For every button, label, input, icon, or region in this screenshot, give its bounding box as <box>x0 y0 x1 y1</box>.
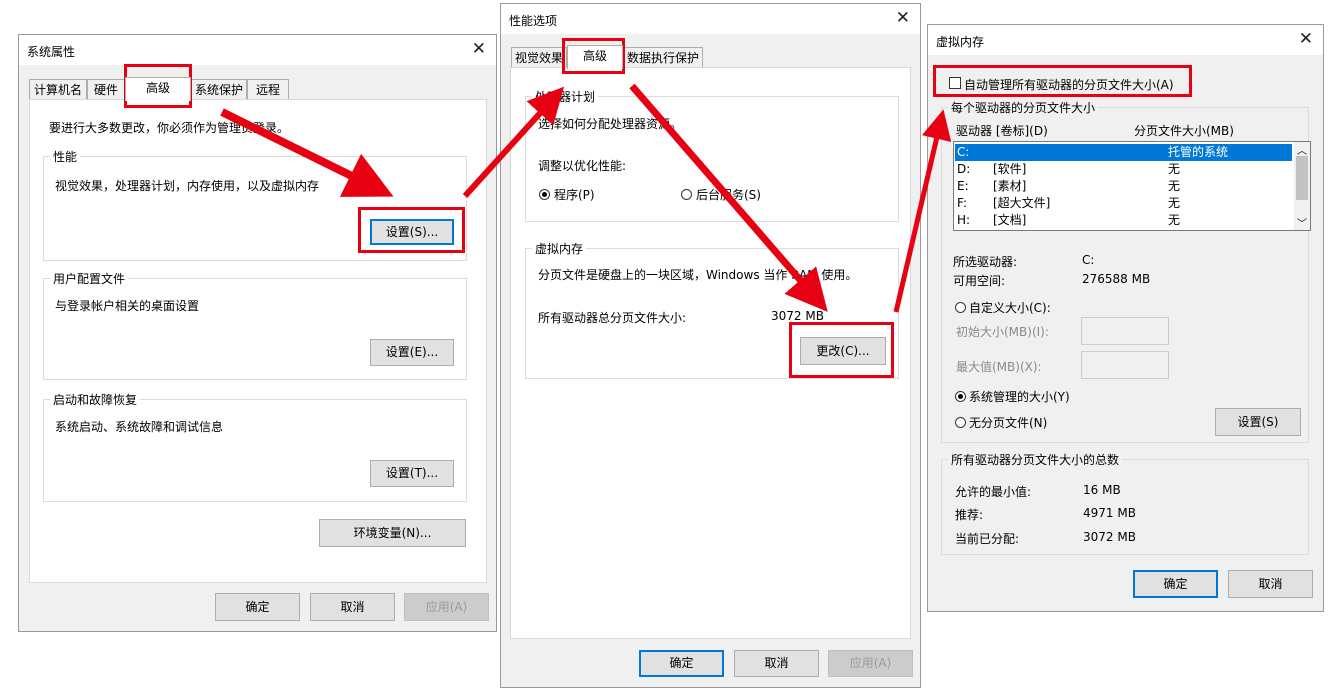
recommended-value: 4971 MB <box>1083 506 1136 520</box>
highlight-auto-manage <box>933 65 1192 97</box>
close-icon[interactable]: ✕ <box>896 8 910 28</box>
ok-button[interactable]: 确定 <box>215 593 300 621</box>
programs-radio[interactable] <box>539 189 550 200</box>
system-properties-dialog: 系统属性 ✕ 计算机名 硬件 高级 系统保护 远程 要进行大多数更改，你必须作为… <box>18 34 497 632</box>
processor-scheduling-desc: 选择如何分配处理器资源。 <box>538 117 683 131</box>
scroll-thumb[interactable] <box>1296 156 1308 200</box>
currently-allocated-label: 当前已分配: <box>955 532 1020 546</box>
tab-system-protection[interactable]: 系统保护 <box>191 79 247 99</box>
startup-recovery-group: 启动和故障恢复 系统启动、系统故障和调试信息 设置(T)... <box>43 391 467 502</box>
list-item[interactable]: C: 托管的系统 <box>955 144 1292 161</box>
tab-advanced[interactable]: 高级 <box>125 77 191 101</box>
apply-button[interactable]: 应用(A) <box>828 650 913 677</box>
set-button[interactable]: 设置(S) <box>1215 408 1301 436</box>
processor-scheduling-group: 处理器计划 选择如何分配处理器资源。 调整以优化性能: 程序(P) 后台服务(S… <box>525 88 899 222</box>
dialog-title: 性能选项 <box>509 14 558 28</box>
free-space-label: 可用空间: <box>953 274 1006 288</box>
chevron-down-icon[interactable]: ﹀ <box>1297 215 1307 230</box>
system-managed-radio[interactable] <box>955 391 966 402</box>
adjust-label: 调整以优化性能: <box>538 159 627 173</box>
list-item[interactable]: E: [素材] 无 <box>955 178 1292 195</box>
custom-size-radio[interactable] <box>955 302 966 313</box>
performance-caption: 性能 <box>50 148 81 165</box>
selected-drive-value: C: <box>1082 253 1095 267</box>
tab-dep[interactable]: 数据执行保护 <box>623 47 703 67</box>
advanced-page: 要进行大多数更改，你必须作为管理员登录。 性能 视觉效果，处理器计划，内存使用，… <box>29 99 487 583</box>
virtual-memory-desc: 分页文件是硬盘上的一块区域，Windows 当作 RAM 使用。 <box>538 268 858 282</box>
per-drive-caption: 每个驱动器的分页文件大小 <box>948 99 1099 116</box>
total-paging-value: 3072 MB <box>771 309 824 323</box>
programs-label[interactable]: 程序(P) <box>554 186 595 203</box>
currently-allocated-value: 3072 MB <box>1083 530 1136 544</box>
virtual-memory-dialog: 虚拟内存 ✕ 自动管理所有驱动器的分页文件大小(A) 每个驱动器的分页文件大小 … <box>927 24 1324 612</box>
highlight-performance-settings <box>358 207 465 253</box>
processor-scheduling-caption: 处理器计划 <box>532 88 599 105</box>
initial-size-input[interactable] <box>1081 317 1169 345</box>
admin-note: 要进行大多数更改，你必须作为管理员登录。 <box>49 121 290 135</box>
recommended-label: 推荐: <box>955 508 984 522</box>
startup-recovery-desc: 系统启动、系统故障和调试信息 <box>55 420 224 434</box>
virtual-memory-caption: 虚拟内存 <box>532 240 587 257</box>
total-paging-caption: 所有驱动器分页文件大小的总数 <box>948 451 1123 468</box>
tab-visual-effects[interactable]: 视觉效果 <box>511 47 567 67</box>
cancel-button[interactable]: 取消 <box>1228 570 1313 598</box>
tab-remote[interactable]: 远程 <box>247 79 289 99</box>
drive-column-header: 驱动器 [卷标](D) <box>956 124 1048 138</box>
tab-hardware[interactable]: 硬件 <box>87 79 125 99</box>
size-column-header: 分页文件大小(MB) <box>1134 124 1234 138</box>
system-properties-titlebar: 系统属性 ✕ <box>19 35 496 65</box>
system-managed-label[interactable]: 系统管理的大小(Y) <box>969 388 1070 405</box>
tab-advanced[interactable]: 高级 <box>567 45 623 69</box>
user-profiles-caption: 用户配置文件 <box>50 270 129 287</box>
close-icon[interactable]: ✕ <box>1299 29 1313 49</box>
dialog-title: 虚拟内存 <box>936 35 985 49</box>
list-scrollbar[interactable]: ︿ ﹀ <box>1294 142 1310 230</box>
virtual-memory-titlebar: 虚拟内存 ✕ <box>928 25 1323 55</box>
custom-size-label[interactable]: 自定义大小(C): <box>969 299 1051 316</box>
per-drive-group: 每个驱动器的分页文件大小 驱动器 [卷标](D) 分页文件大小(MB) C: 托管… <box>941 99 1311 443</box>
ok-button[interactable]: 确定 <box>1133 570 1218 598</box>
cancel-button[interactable]: 取消 <box>310 593 395 621</box>
background-services-label[interactable]: 后台服务(S) <box>696 186 761 203</box>
list-item[interactable]: H: [文档] 无 <box>955 212 1292 229</box>
ok-button[interactable]: 确定 <box>639 650 724 677</box>
user-profiles-settings-button[interactable]: 设置(E)... <box>370 339 454 366</box>
max-size-label: 最大值(MB)(X): <box>956 360 1042 374</box>
user-profiles-group: 用户配置文件 与登录帐户相关的桌面设置 设置(E)... <box>43 270 467 380</box>
highlight-change-button <box>789 322 894 378</box>
startup-recovery-settings-button[interactable]: 设置(T)... <box>370 460 454 487</box>
environment-variables-button[interactable]: 环境变量(N)... <box>319 519 466 547</box>
startup-recovery-caption: 启动和故障恢复 <box>50 391 141 408</box>
chevron-up-icon[interactable]: ︿ <box>1297 142 1307 157</box>
background-services-radio[interactable] <box>681 189 692 200</box>
drive-list[interactable]: C: 托管的系统 D: [软件] 无 E: [素材] 无 F: [超大文件] 无 H: [文档]… <box>953 141 1311 231</box>
no-paging-label[interactable]: 无分页文件(N) <box>969 414 1047 431</box>
initial-size-label: 初始大小(MB)(I): <box>956 325 1049 339</box>
total-paging-group: 所有驱动器分页文件大小的总数 允许的最小值: 16 MB 推荐: 4971 MB… <box>941 451 1309 555</box>
performance-options-titlebar: 性能选项 ✕ <box>501 4 920 34</box>
user-profiles-desc: 与登录帐户相关的桌面设置 <box>55 299 200 313</box>
list-item[interactable]: D: [软件] 无 <box>955 161 1292 178</box>
close-icon[interactable]: ✕ <box>472 39 486 59</box>
list-item[interactable]: F: [超大文件] 无 <box>955 195 1292 212</box>
cancel-button[interactable]: 取消 <box>734 650 819 677</box>
max-size-input[interactable] <box>1081 351 1169 379</box>
dialog-title: 系统属性 <box>27 45 76 59</box>
free-space-value: 276588 MB <box>1082 272 1151 286</box>
performance-desc: 视觉效果，处理器计划，内存使用，以及虚拟内存 <box>55 179 320 193</box>
tab-computer-name[interactable]: 计算机名 <box>29 79 87 99</box>
apply-button[interactable]: 应用(A) <box>404 593 489 621</box>
minimum-value: 16 MB <box>1083 483 1121 497</box>
minimum-label: 允许的最小值: <box>955 485 1032 499</box>
no-paging-radio[interactable] <box>955 417 966 428</box>
selected-drive-label: 所选驱动器: <box>953 255 1018 269</box>
total-paging-label: 所有驱动器总分页文件大小: <box>538 311 687 325</box>
